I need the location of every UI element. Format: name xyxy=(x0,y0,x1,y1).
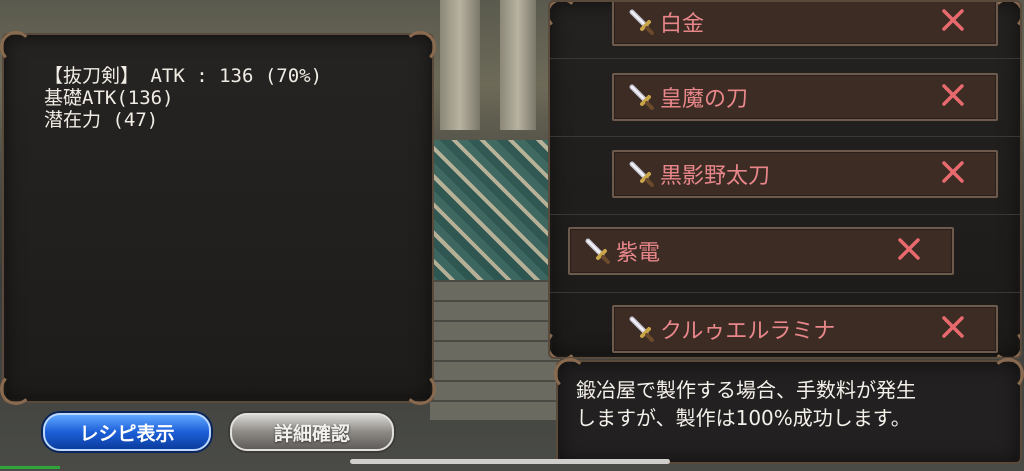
weapon-name: 黒影野太刀 xyxy=(660,164,771,189)
detail-check-button[interactable]: 詳細確認 xyxy=(230,413,394,451)
weapon-list-panel: 白金 皇魔の刀 黒影野太刀 紫電 クルゥエルラミナ xyxy=(548,0,1022,359)
sword-icon xyxy=(629,9,654,35)
close-icon[interactable] xyxy=(938,157,968,187)
weapon-list-item[interactable]: 皇魔の刀 xyxy=(612,73,998,121)
corner-ornament xyxy=(550,2,578,30)
divider xyxy=(550,136,1020,137)
background-pillar xyxy=(500,0,536,130)
corner-ornament xyxy=(0,373,32,405)
weapon-name: クルゥエルラミナ xyxy=(660,319,836,344)
divider xyxy=(550,292,1020,293)
base-atk-line: 基礎ATK(136) xyxy=(44,87,174,109)
corner-ornament xyxy=(0,31,32,63)
corner-ornament xyxy=(550,329,578,357)
home-indicator[interactable] xyxy=(350,459,670,464)
description-text: 鍛冶屋で製作する場合、手数料が発生 しますが、製作は100%成功します。 xyxy=(576,376,916,432)
atk-stat-line: 【抜刀剣】 ATK : 136 (70%) xyxy=(44,65,323,87)
corner-ornament xyxy=(404,31,436,63)
background-floor-tiles xyxy=(430,140,560,300)
weapon-list-item[interactable]: 黒影野太刀 xyxy=(612,150,998,198)
weapon-list-item[interactable]: 白金 xyxy=(612,2,998,46)
weapon-stats: 【抜刀剣】 ATK : 136 (70%) 基礎ATK(136) 潜在力 (47… xyxy=(44,65,322,131)
show-recipe-button[interactable]: レシピ表示 xyxy=(43,413,211,451)
sword-icon xyxy=(629,84,654,110)
background-cobblestone xyxy=(430,280,560,420)
close-icon[interactable] xyxy=(938,312,968,342)
description-line: 鍛冶屋で製作する場合、手数料が発生 xyxy=(576,378,916,402)
sword-icon xyxy=(629,161,654,187)
sword-icon xyxy=(585,238,610,264)
corner-ornament xyxy=(404,373,436,405)
close-icon[interactable] xyxy=(938,80,968,110)
sword-icon xyxy=(629,316,654,342)
weapon-list-item[interactable]: クルゥエルラミナ xyxy=(612,305,998,353)
close-icon[interactable] xyxy=(894,234,924,264)
weapon-stats-panel: 【抜刀剣】 ATK : 136 (70%) 基礎ATK(136) 潜在力 (47… xyxy=(0,31,436,405)
description-panel: 鍛冶屋で製作する場合、手数料が発生 しますが、製作は100%成功します。 xyxy=(554,358,1024,464)
description-line: しますが、製作は100%成功します。 xyxy=(576,406,911,430)
divider xyxy=(550,214,1020,215)
weapon-name: 紫電 xyxy=(616,241,661,266)
background-pillar xyxy=(440,0,480,130)
potential-line: 潜在力 (47) xyxy=(44,109,159,131)
divider xyxy=(550,58,1020,59)
weapon-name: 皇魔の刀 xyxy=(660,87,749,112)
weapon-list-item-selected[interactable]: 紫電 xyxy=(568,227,954,275)
corner-ornament xyxy=(992,358,1024,390)
close-icon[interactable] xyxy=(938,5,968,35)
progress-indicator xyxy=(0,466,60,469)
weapon-name: 白金 xyxy=(660,12,705,37)
